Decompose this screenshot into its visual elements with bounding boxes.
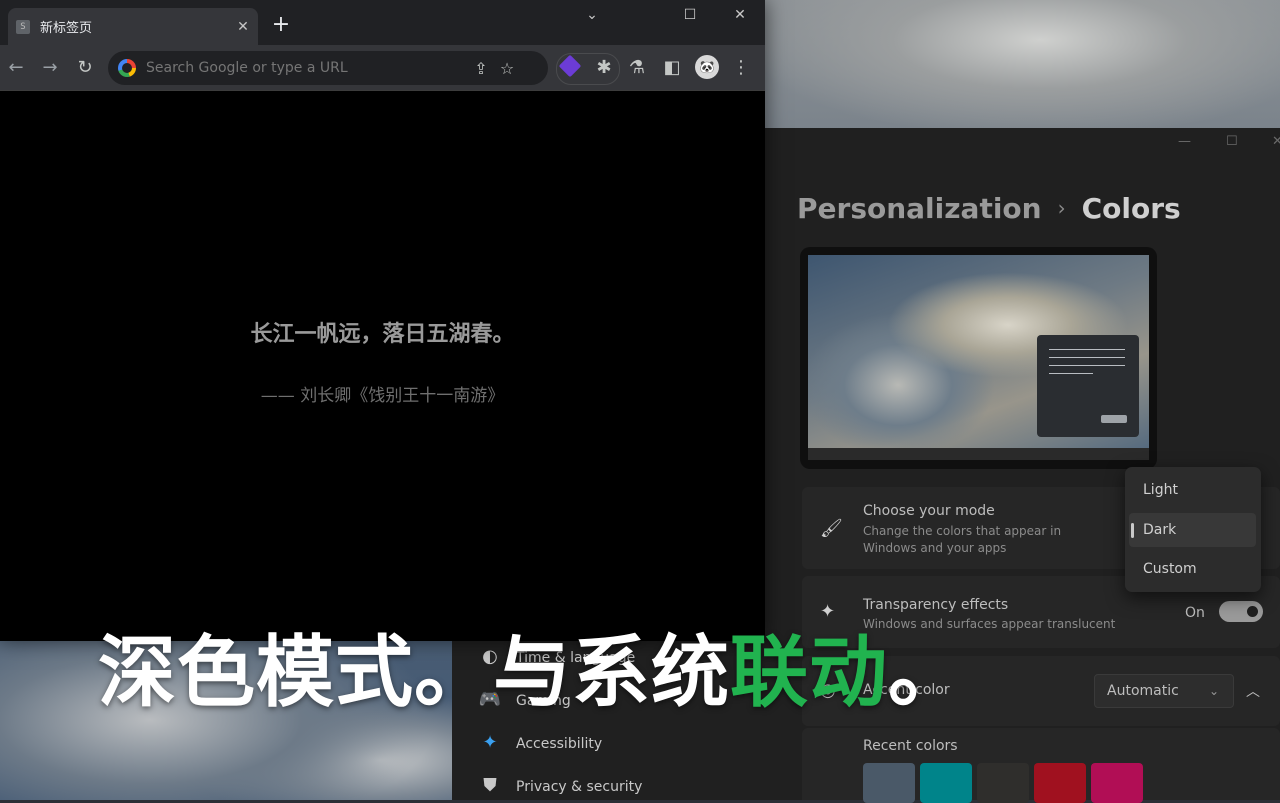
mode-title: Choose your mode [863,503,995,519]
paintbrush-icon: 🖌 [820,518,843,539]
maximize-button[interactable]: ☐ [668,4,712,26]
breadcrumb: Personalization › Colors [797,192,1181,225]
mode-option-dark[interactable]: Dark [1129,513,1256,547]
new-tab-page: 长江一帆远，落日五湖春。 —— 刘长卿《饯别王十一南游》 [0,90,765,641]
video-caption: 深色模式。与系统联动。 [98,628,968,718]
color-swatch[interactable] [920,763,972,803]
chrome-toolbar: ← → ↻ ⇪ ☆ ✱ ⚗ ◧ 🐼 ⋮ [0,45,765,90]
back-button[interactable]: ← [4,56,28,80]
mode-desc-1: Change the colors that appear in [863,524,1062,538]
preview-taskbar [808,448,1149,460]
sidebar-item-label: Privacy & security [516,779,643,795]
omnibox[interactable]: ⇪ ☆ [108,51,548,85]
breadcrumb-current: Colors [1081,192,1181,225]
google-icon [118,59,136,77]
color-swatch[interactable] [977,763,1029,803]
share-icon[interactable]: ⇪ [468,59,494,78]
close-icon[interactable]: ✕ [232,19,254,35]
puzzle-icon[interactable]: ✱ [592,56,616,80]
chevron-down-icon: ⌄ [1208,684,1219,698]
mode-dropdown-menu: Light Dark Custom [1125,467,1261,592]
settings-minimize-button[interactable]: — [1178,134,1191,149]
tab-new-tab[interactable]: S 新标签页 ✕ [8,8,258,45]
menu-icon[interactable]: ⋮ [729,56,753,80]
recent-colors-label: Recent colors [863,738,958,754]
sidebar-item[interactable]: ✦ Accessibility [478,732,602,753]
reload-button[interactable]: ↻ [73,56,97,80]
sidebar-item-label: Accessibility [516,736,603,752]
preview-window [1037,335,1139,437]
quote-source: —— 刘长卿《饯别王十一南游》 [260,386,505,406]
tab-search-button[interactable]: ⌄ [570,4,614,26]
accent-dropdown[interactable]: Automatic ⌄ [1094,674,1234,708]
new-tab-button[interactable]: + [266,10,296,40]
breadcrumb-parent[interactable]: Personalization [797,192,1042,225]
tab-strip: S 新标签页 ✕ + ⌄ ☐ ✕ [0,0,765,45]
mode-option-light[interactable]: Light [1129,473,1256,507]
settings-close-button[interactable]: ✕ [1272,134,1280,149]
color-swatch[interactable] [1034,763,1086,803]
star-icon[interactable]: ☆ [494,59,520,78]
theme-preview [800,247,1157,469]
omnibox-input[interactable] [144,59,468,77]
avatar[interactable]: 🐼 [695,55,719,79]
favicon-icon: S [16,19,30,34]
accessibility-icon: ✦ [482,732,498,753]
side-panel-icon[interactable]: ◧ [660,56,684,80]
quote-text: 长江一帆远，落日五湖春。 [250,322,515,347]
mode-desc-2: Windows and your apps [863,541,1007,555]
caption-highlight: 联动 [730,628,889,718]
transparency-toggle[interactable] [1219,601,1263,622]
settings-maximize-button[interactable]: ☐ [1226,134,1238,149]
color-swatch[interactable] [1091,763,1143,803]
chevron-up-icon[interactable]: ︿ [1246,681,1260,701]
chevron-right-icon: › [1057,196,1066,220]
transparency-state: On [1185,605,1205,621]
sidebar-item[interactable]: ⛊ Privacy & security [478,775,642,796]
color-swatch[interactable] [863,763,915,803]
close-window-button[interactable]: ✕ [718,4,762,26]
shield-icon: ⛊ [483,775,497,796]
chrome-window: S 新标签页 ✕ + ⌄ ☐ ✕ ← → ↻ ⇪ ☆ ✱ ⚗ ◧ 🐼 ⋮ 长江一… [0,0,765,641]
flask-icon[interactable]: ⚗ [625,56,649,80]
forward-button[interactable]: → [38,56,62,80]
accent-value: Automatic [1107,683,1179,699]
mode-option-custom[interactable]: Custom [1129,552,1256,586]
tab-title: 新标签页 [40,21,93,36]
